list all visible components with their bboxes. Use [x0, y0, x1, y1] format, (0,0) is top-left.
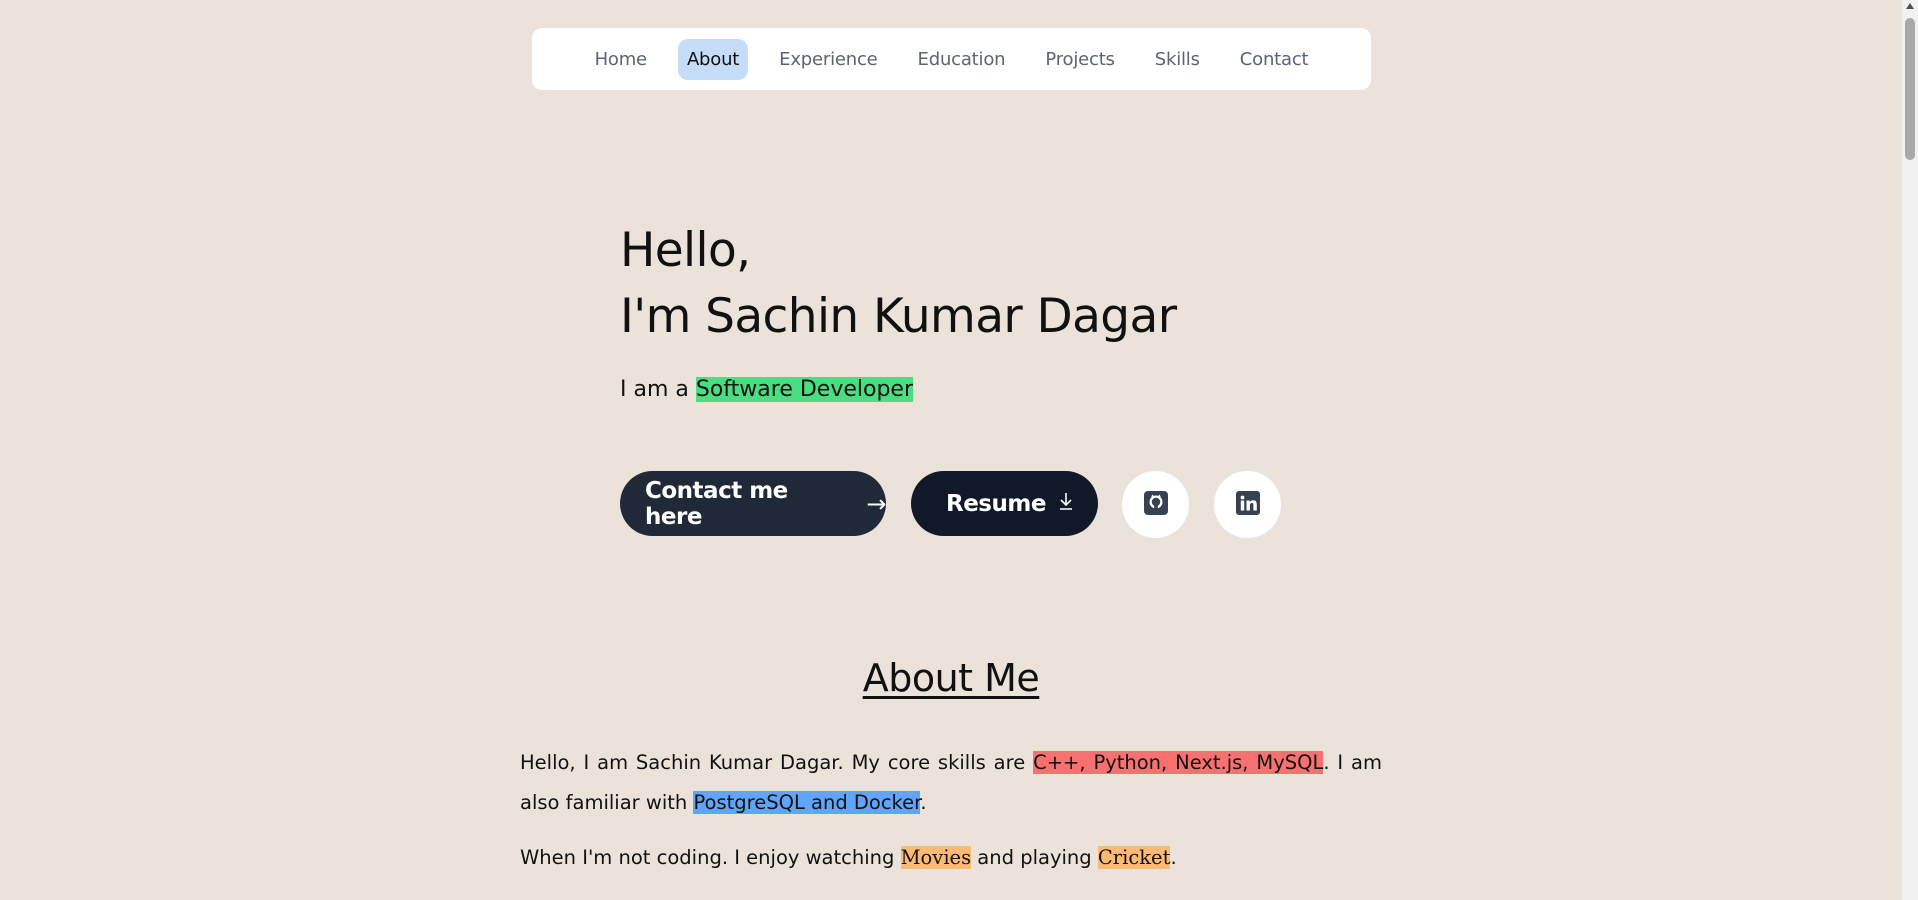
- scroll-up-icon[interactable]: [1906, 3, 1914, 9]
- resume-button-label: Resume: [946, 490, 1046, 517]
- scrollbar-thumb[interactable]: [1905, 18, 1915, 160]
- familiar-skills-highlight: PostgreSQL and Docker: [693, 791, 921, 814]
- about-p1-text: Hello, I am Sachin Kumar Dagar. My core …: [520, 751, 1034, 774]
- about-p2-middle: and playing: [971, 846, 1098, 869]
- linkedin-link[interactable]: [1214, 471, 1281, 538]
- nav-skills[interactable]: Skills: [1146, 39, 1209, 80]
- about-p2-end: .: [1170, 846, 1177, 869]
- nav-education[interactable]: Education: [909, 39, 1015, 80]
- top-navigation: Home About Experience Education Projects…: [532, 28, 1371, 90]
- about-paragraph-hobbies: When I'm not coding. I enjoy watching Mo…: [520, 838, 1382, 878]
- about-p2-text: When I'm not coding. I enjoy watching: [520, 846, 901, 869]
- download-icon: [1058, 492, 1074, 515]
- resume-button[interactable]: Resume: [911, 471, 1098, 536]
- role-prefix: I am a: [620, 377, 696, 402]
- portfolio-page: Home About Experience Education Projects…: [0, 0, 1902, 900]
- hobby-movies-highlight: Movies: [900, 846, 972, 869]
- hero-role-line: I am a Software Developer: [620, 377, 913, 402]
- nav-experience[interactable]: Experience: [770, 39, 886, 80]
- hero-greeting: Hello,: [620, 223, 751, 278]
- nav-home[interactable]: Home: [586, 39, 656, 80]
- role-highlight: Software Developer: [695, 377, 913, 402]
- github-link[interactable]: [1122, 471, 1189, 538]
- hero-section: Hello, I'm Sachin Kumar Dagar I am a Sof…: [620, 218, 1177, 402]
- hero-name: I'm Sachin Kumar Dagar: [620, 289, 1177, 344]
- about-title: About Me: [862, 656, 1040, 700]
- core-skills-highlight: C++, Python, Next.js, MySQL: [1033, 751, 1324, 774]
- arrow-right-icon: →: [866, 489, 886, 518]
- contact-button[interactable]: Contact me here →: [620, 471, 886, 536]
- nav-projects[interactable]: Projects: [1036, 39, 1123, 80]
- nav-about[interactable]: About: [677, 38, 749, 80]
- about-p1-end: .: [920, 791, 927, 814]
- linkedin-icon: [1235, 490, 1261, 520]
- vertical-scrollbar[interactable]: [1902, 0, 1918, 900]
- hobby-cricket-highlight: Cricket: [1097, 846, 1171, 869]
- github-icon: [1143, 490, 1169, 520]
- contact-button-label: Contact me here: [645, 477, 788, 530]
- about-paragraph-skills: Hello, I am Sachin Kumar Dagar. My core …: [520, 743, 1382, 823]
- nav-contact[interactable]: Contact: [1231, 39, 1318, 80]
